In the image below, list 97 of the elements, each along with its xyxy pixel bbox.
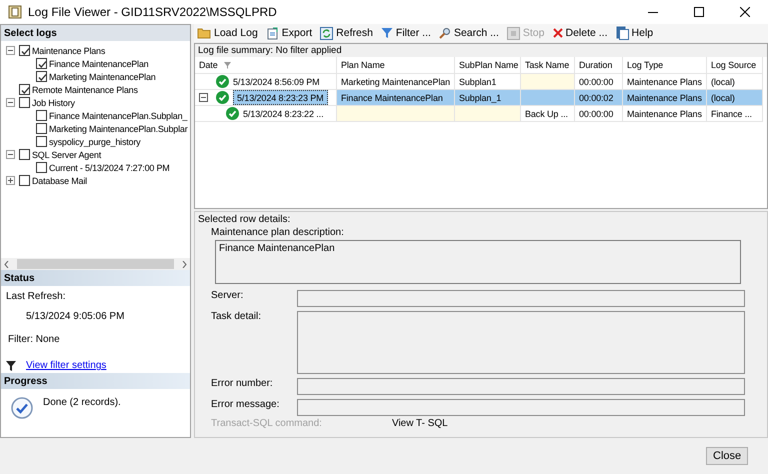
column-header[interactable]: Duration [575,57,623,74]
success-icon [216,91,229,104]
table-cell: 5/13/2024 8:23:23 PM [233,90,328,105]
toolbar-button[interactable]: Refresh [317,24,376,42]
panel-header: Status [1,270,190,286]
table-cell: Back Up ... [521,106,575,122]
tree-item[interactable]: Marketing MaintenancePlan [49,72,156,82]
stop-icon [506,26,520,40]
folder-icon [197,27,211,39]
close-dialog-button[interactable]: Close [706,447,748,465]
panel-header: Select logs [1,25,190,41]
checkbox[interactable] [36,110,47,121]
column-header[interactable]: Plan Name [337,57,455,74]
refresh-time: 5/13/2024 9:05:06 PM [26,311,126,323]
field-label: Task detail: [211,311,262,324]
section-title: Selected row details: [198,214,290,225]
toolbar-button[interactable]: Export [262,24,316,42]
checkbox[interactable] [36,136,47,147]
search-icon [438,27,451,39]
checkmark-icon [11,397,33,419]
input-field[interactable] [297,290,745,307]
table-cell: 00:00:00 [575,106,623,122]
checkbox[interactable] [36,123,47,134]
checkbox[interactable] [19,97,30,108]
expand-toggle[interactable] [6,46,15,55]
filter-icon [224,62,231,68]
table-cell: 00:00:02 [575,90,623,106]
toolbar-button[interactable]: Help [612,24,656,42]
tree-item[interactable]: Finance MaintenancePlan.Subplan_ [49,110,188,120]
expand-toggle[interactable] [6,150,15,159]
table-cell: Subplan_1 [455,90,521,106]
table-cell: (local) [707,90,763,106]
maximize-icon[interactable] [694,7,704,17]
input-field[interactable] [297,378,745,395]
scroll-right-icon[interactable] [182,260,187,268]
scrollbar-thumb[interactable] [17,259,174,269]
field-label: Server: [211,290,244,303]
input-field[interactable] [297,399,745,416]
table-cell: Finance MaintenancePlan [337,90,455,106]
filter-text: Filter: None [8,334,61,346]
tree-item[interactable]: syspolicy_purge_history [49,136,140,146]
success-icon [216,75,229,88]
tree-item[interactable]: Remote Maintenance Plans [32,84,138,94]
table-cell [455,106,521,122]
filter-settings-link[interactable]: View filter settings [26,360,106,372]
label: Last Refresh: [6,291,66,302]
tree-item[interactable]: Database Mail [32,176,87,186]
checkbox[interactable] [36,71,47,82]
export-icon [266,26,279,40]
progress-message: Done (2 records). [43,397,121,410]
checkbox[interactable] [19,149,30,160]
filter-icon [380,27,393,39]
column-header[interactable]: Log Type [623,57,707,74]
tree-item[interactable]: Finance MaintenancePlan [49,58,148,68]
filter-icon [6,361,16,371]
toolbar-button[interactable]: Delete ... [550,24,611,42]
expand-toggle[interactable] [199,93,208,102]
tree-item[interactable]: SQL Server Agent [32,150,102,160]
close-icon[interactable] [740,7,750,17]
expand-toggle[interactable] [6,176,15,185]
tree-item[interactable]: Current - 5/13/2024 7:27:00 PM [49,162,170,172]
summary-bar: Log file summary: No filter applied [195,44,767,57]
field-label: Transact-SQL command: [211,418,322,429]
table-cell: Finance ... [707,106,763,122]
column-header[interactable]: Date [195,57,337,74]
success-icon [226,107,239,120]
checkbox[interactable] [19,84,30,95]
tree-item[interactable]: Marketing MaintenancePlan.Subplar [49,124,188,134]
delete-icon [552,28,562,38]
checkbox[interactable] [19,175,30,186]
table-cell: Maintenance Plans [623,90,707,106]
column-header[interactable]: Log Source [707,57,763,74]
table-cell: 5/13/2024 8:23:22 ... [243,108,324,118]
table-cell [521,74,575,90]
table-cell: 5/13/2024 8:56:09 PM [233,76,320,86]
table-cell: Maintenance Plans [623,106,707,122]
panel-header: Progress [1,373,190,389]
toolbar-button[interactable]: Search ... [436,24,502,42]
table-cell [521,90,575,106]
description-field[interactable]: Finance MaintenancePlan [215,240,741,284]
toolbar-button[interactable]: Filter ... [378,24,434,42]
checkbox[interactable] [19,45,30,56]
field-label: Error number: [211,378,274,391]
field-label: Maintenance plan description: [211,227,344,238]
tree-item[interactable]: Job History [32,98,75,108]
scroll-left-icon[interactable] [4,260,9,268]
checkbox[interactable] [36,58,47,69]
window-title: Log File Viewer - GID11SRV2022\MSSQLPRD [28,5,278,19]
refresh-icon [320,26,334,40]
checkbox[interactable] [36,162,47,173]
text-area[interactable] [297,311,745,374]
toolbar-button[interactable]: Load Log [194,24,261,42]
app-icon [8,5,22,19]
tree-item[interactable]: Maintenance Plans [32,46,106,56]
field-label: Error message: [211,399,280,412]
expand-toggle[interactable] [6,98,15,107]
column-header[interactable]: SubPlan Name [455,57,521,74]
